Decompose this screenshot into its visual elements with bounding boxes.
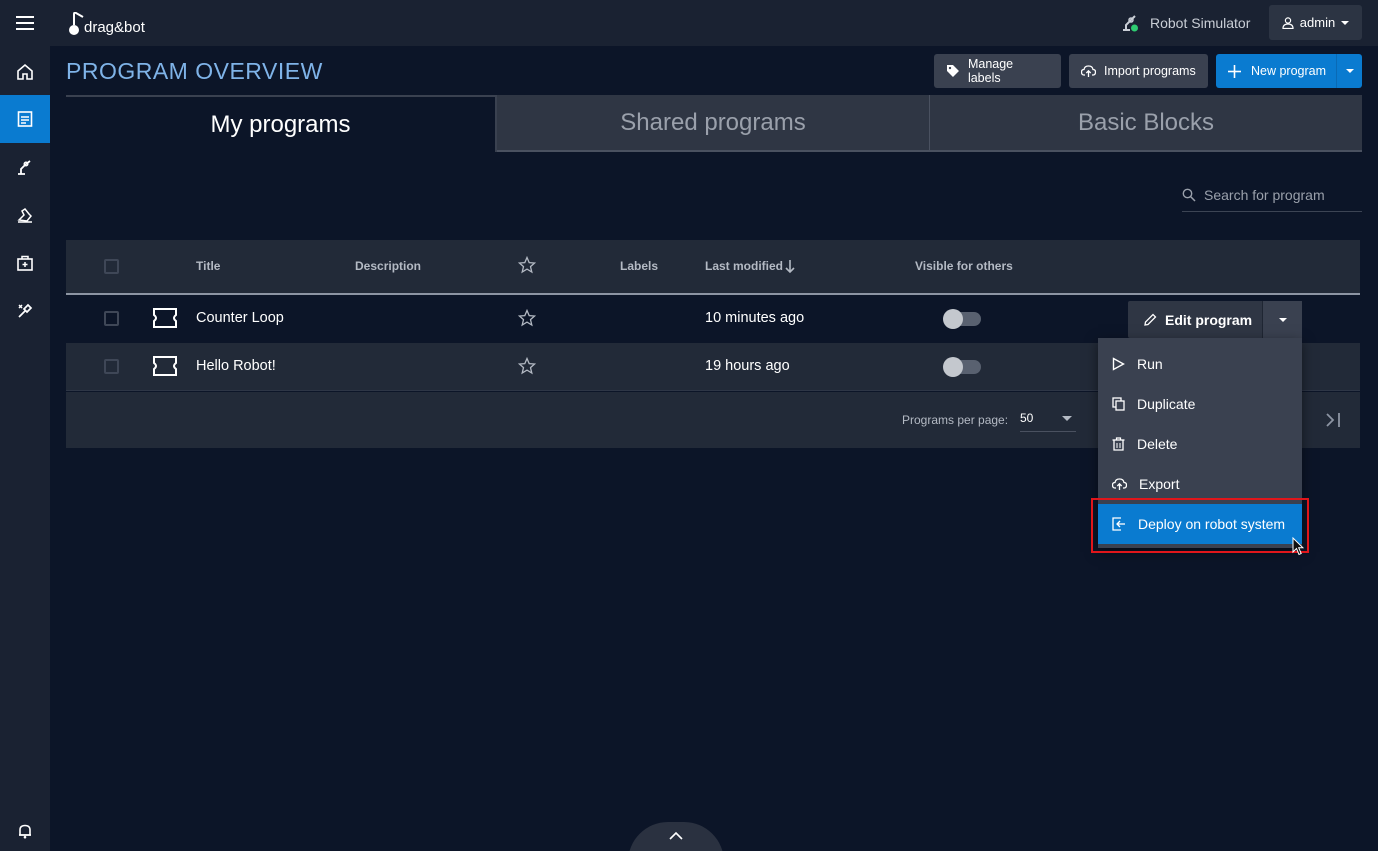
chevron-down-icon xyxy=(1062,416,1072,421)
sidebar-item-programs[interactable] xyxy=(0,95,50,143)
import-programs-label: Import programs xyxy=(1104,64,1196,78)
new-program-button[interactable]: New program xyxy=(1216,54,1362,88)
manage-labels-button[interactable]: Manage labels xyxy=(934,54,1061,88)
star-column-icon[interactable] xyxy=(518,256,536,274)
program-block-icon xyxy=(153,308,177,328)
star-icon[interactable] xyxy=(518,357,536,375)
program-tabs: My programs Shared programs Basic Blocks xyxy=(66,95,1362,152)
logo-text: drag&bot xyxy=(84,19,145,36)
per-page-label: Programs per page: xyxy=(902,413,1009,427)
arrow-down-icon xyxy=(785,260,795,273)
row-checkbox[interactable] xyxy=(104,359,119,374)
tag-icon xyxy=(946,65,959,77)
play-icon xyxy=(1112,357,1125,371)
user-menu-button[interactable]: admin xyxy=(1269,5,1362,40)
app-logo[interactable]: drag&bot xyxy=(68,10,145,36)
search-input[interactable]: Search for program xyxy=(1182,178,1362,212)
search-placeholder: Search for program xyxy=(1204,186,1325,203)
menu-item-label: Run xyxy=(1137,356,1163,372)
tab-shared-programs[interactable]: Shared programs xyxy=(497,95,930,152)
chevron-down-icon xyxy=(1341,20,1350,25)
visible-toggle[interactable] xyxy=(943,357,981,377)
chevron-down-icon xyxy=(1278,317,1287,322)
new-program-dropdown-toggle[interactable] xyxy=(1336,54,1362,88)
column-last-modified[interactable]: Last modified xyxy=(705,259,783,273)
new-program-label: New program xyxy=(1251,64,1327,78)
column-visible-for-others: Visible for others xyxy=(915,259,1013,273)
menu-item-run[interactable]: Run xyxy=(1098,344,1302,384)
column-labels: Labels xyxy=(620,259,659,273)
cloud-upload-icon xyxy=(1112,478,1127,490)
hand-icon xyxy=(17,207,33,223)
per-page-value: 50 xyxy=(1020,410,1034,425)
home-icon xyxy=(17,63,33,80)
menu-item-delete[interactable]: Delete xyxy=(1098,424,1302,464)
menu-item-label: Export xyxy=(1139,476,1180,492)
edit-program-main[interactable]: Edit program xyxy=(1128,301,1262,338)
program-block-icon xyxy=(153,356,177,376)
menu-item-label: Duplicate xyxy=(1137,396,1196,412)
program-list-icon xyxy=(17,111,33,127)
highlight-box xyxy=(1091,498,1309,553)
wrench-icon xyxy=(18,303,33,318)
user-icon xyxy=(1282,16,1294,29)
sidebar xyxy=(0,46,50,851)
menu-item-label: Delete xyxy=(1137,436,1178,452)
robot-name: Robot Simulator xyxy=(1150,15,1251,31)
sidebar-item-toolbox[interactable] xyxy=(0,239,50,287)
program-title[interactable]: Counter Loop xyxy=(196,310,284,326)
robot-status[interactable]: Robot Simulator xyxy=(1120,10,1250,36)
user-name: admin xyxy=(1299,15,1336,30)
manage-labels-label: Manage labels xyxy=(967,57,1014,85)
trash-icon xyxy=(1112,437,1125,451)
import-programs-button[interactable]: Import programs xyxy=(1069,54,1208,88)
pencil-icon xyxy=(1144,313,1157,326)
mouse-cursor-icon xyxy=(1292,537,1304,556)
edit-program-dropdown-toggle[interactable] xyxy=(1262,301,1302,338)
edit-program-label: Edit program xyxy=(1165,311,1253,328)
table-header: Title Description Labels Last modified V… xyxy=(66,240,1360,295)
sidebar-item-skills[interactable] xyxy=(0,191,50,239)
bottom-panel-toggle[interactable] xyxy=(628,822,724,851)
visible-toggle[interactable] xyxy=(943,309,981,329)
duplicate-icon xyxy=(1112,397,1125,411)
tab-basic-blocks[interactable]: Basic Blocks xyxy=(930,95,1362,152)
robot-arm-icon xyxy=(1123,15,1138,32)
sidebar-item-notifications[interactable] xyxy=(0,807,50,851)
cloud-upload-icon xyxy=(1081,65,1096,77)
menu-item-duplicate[interactable]: Duplicate xyxy=(1098,384,1302,424)
sidebar-item-tools[interactable] xyxy=(0,287,50,335)
page-title: PROGRAM OVERVIEW xyxy=(66,58,323,84)
row-checkbox[interactable] xyxy=(104,311,119,326)
last-modified: 19 hours ago xyxy=(705,358,790,374)
last-modified: 10 minutes ago xyxy=(705,310,805,326)
chevron-up-icon xyxy=(669,831,683,840)
toggle-knob xyxy=(943,357,963,377)
bell-icon xyxy=(19,824,31,839)
toggle-knob xyxy=(943,309,963,329)
hamburger-menu-icon[interactable] xyxy=(0,0,50,46)
select-all-checkbox[interactable] xyxy=(104,259,119,274)
sidebar-item-home[interactable] xyxy=(0,48,50,96)
new-program-main[interactable]: New program xyxy=(1216,64,1336,78)
chevron-down-icon xyxy=(1345,69,1354,73)
program-title[interactable]: Hello Robot! xyxy=(196,358,276,374)
top-bar: drag&bot Robot Simulator admin xyxy=(0,0,1378,46)
sidebar-item-robot[interactable] xyxy=(0,143,50,191)
search-icon xyxy=(1182,188,1196,202)
logo-mark-icon xyxy=(69,12,84,35)
robot-arm-icon xyxy=(18,160,31,175)
toolbox-icon xyxy=(17,255,33,271)
column-description: Description xyxy=(355,259,422,273)
tab-my-programs[interactable]: My programs xyxy=(66,95,497,152)
edit-program-button[interactable]: Edit program xyxy=(1128,301,1302,338)
column-title[interactable]: Title xyxy=(196,259,220,273)
last-page-icon[interactable] xyxy=(1324,412,1342,428)
plus-icon xyxy=(1228,64,1241,78)
star-icon[interactable] xyxy=(518,309,536,327)
per-page-select[interactable]: 50 xyxy=(1020,404,1076,432)
